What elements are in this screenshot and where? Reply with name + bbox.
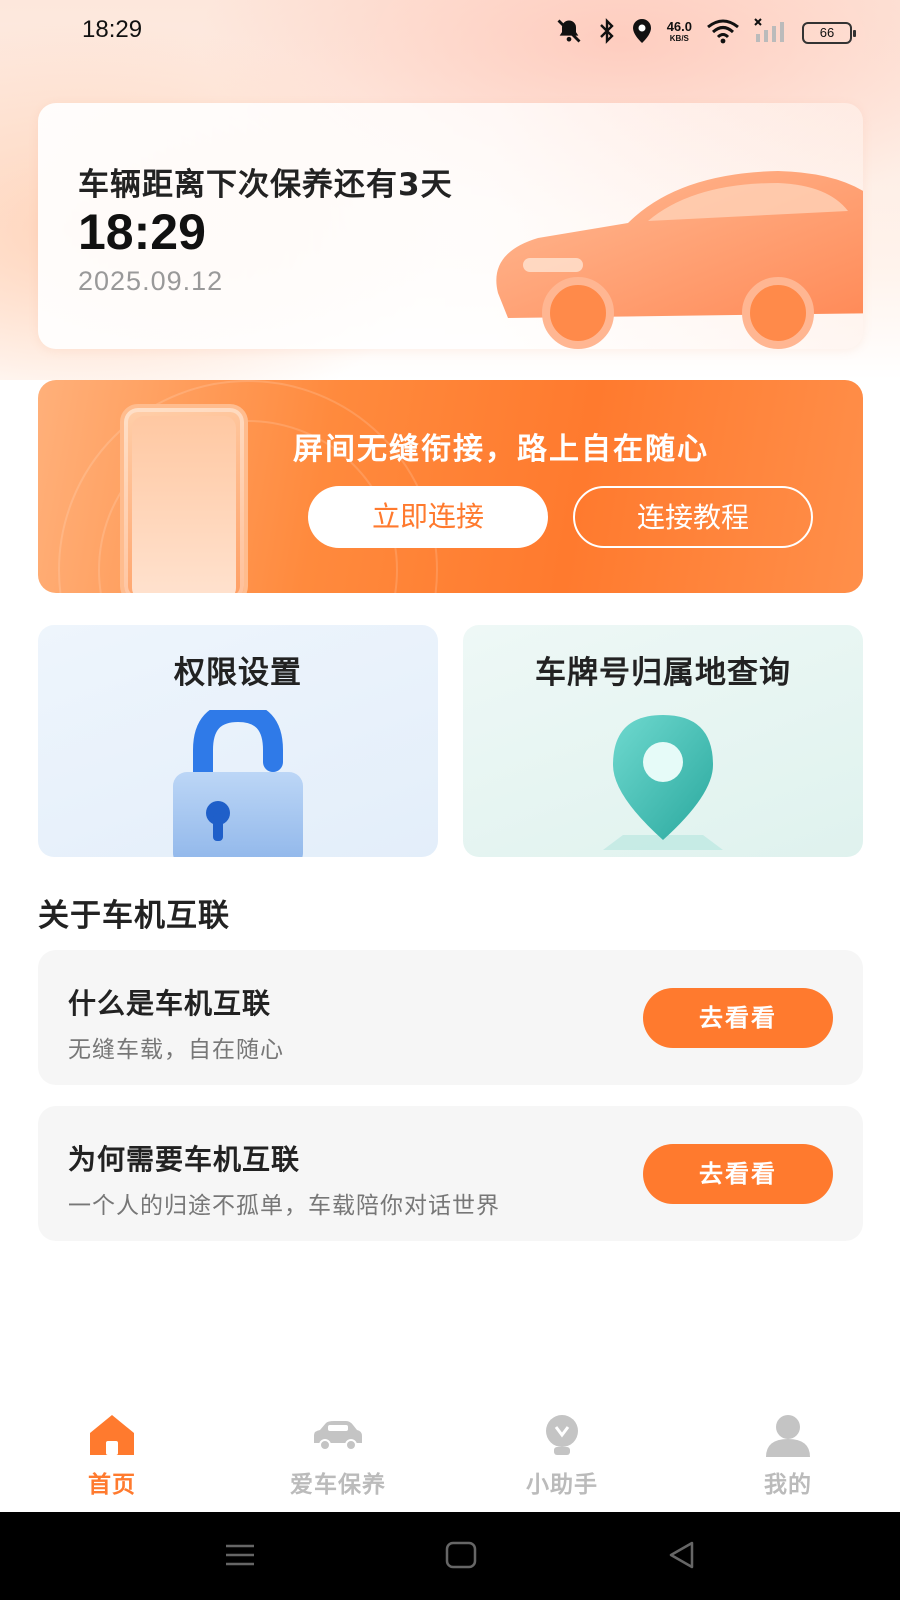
view-button[interactable]: 去看看: [643, 1144, 833, 1204]
menu-icon[interactable]: [222, 1540, 258, 1570]
nav-label-profile: 我的: [764, 1472, 812, 1498]
info-card-why[interactable]: 为何需要车机互联 一个人的归途不孤单，车载陪你对话世界 去看看: [38, 1106, 863, 1241]
view-button[interactable]: 去看看: [643, 988, 833, 1048]
phone-illustration: [120, 404, 248, 593]
signal-icon: [754, 18, 788, 48]
home-button-icon[interactable]: [444, 1540, 478, 1570]
net-speed: 46.0 KB/S: [666, 19, 692, 43]
maintenance-date: 2025.09.12: [78, 266, 224, 296]
location-pin-icon: [603, 715, 723, 850]
location-icon: [631, 18, 653, 48]
phone-screen: [132, 416, 236, 593]
maintenance-time: 18:29: [78, 204, 206, 260]
info-card-subtitle: 一个人的归途不孤单，车载陪你对话世界: [68, 1193, 500, 1219]
plate-lookup-card[interactable]: 车牌号归属地查询: [463, 625, 863, 857]
car-illustration: [496, 171, 863, 349]
about-section-title: 关于车机互联: [38, 898, 230, 934]
car-icon: [314, 1421, 362, 1451]
nav-label-home: 首页: [88, 1472, 136, 1498]
permission-settings-title: 权限设置: [174, 655, 302, 691]
wifi-icon: [706, 18, 740, 48]
maintenance-title: 车辆距离下次保养还有3天: [78, 167, 453, 203]
banner-title: 屏间无缝衔接，路上自在随心: [293, 432, 709, 467]
mute-icon: [555, 17, 583, 49]
nav-item-home[interactable]: 首页: [22, 1413, 202, 1499]
home-icon: [90, 1415, 134, 1455]
profile-icon: [766, 1415, 810, 1457]
nav-item-assistant[interactable]: 小助手: [472, 1413, 652, 1499]
nav-item-profile[interactable]: 我的: [698, 1413, 878, 1499]
nav-label-assistant: 小助手: [526, 1472, 598, 1498]
lock-icon: [173, 710, 303, 857]
connect-banner: 屏间无缝衔接，路上自在随心 立即连接 连接教程: [38, 380, 863, 593]
battery-icon: 66: [802, 22, 856, 44]
plate-lookup-title: 车牌号归属地查询: [535, 655, 791, 691]
connect-tutorial-button[interactable]: 连接教程: [573, 486, 813, 548]
nav-label-car-care: 爱车保养: [290, 1472, 386, 1498]
info-card-title: 什么是车机互联: [68, 987, 272, 1020]
connect-now-button[interactable]: 立即连接: [308, 486, 548, 548]
permission-settings-card[interactable]: 权限设置: [38, 625, 438, 857]
maintenance-card[interactable]: 车辆距离下次保养还有3天 18:29 2025.09.12: [38, 103, 863, 349]
status-time: 18:29: [82, 16, 143, 43]
bottom-nav: 首页 爱车保养 小助手 我的: [0, 1395, 900, 1512]
status-icons: 46.0 KB/S 66: [555, 17, 856, 49]
assistant-icon: [546, 1415, 578, 1455]
info-card-what[interactable]: 什么是车机互联 无缝车载，自在随心 去看看: [38, 950, 863, 1085]
back-icon[interactable]: [666, 1540, 698, 1570]
info-card-subtitle: 无缝车载，自在随心: [68, 1037, 284, 1063]
status-bar: 18:29 46.0 KB/S 66: [0, 0, 900, 64]
system-nav-bar: [0, 1512, 900, 1600]
info-card-title: 为何需要车机互联: [68, 1143, 301, 1176]
nav-item-car-care[interactable]: 爱车保养: [248, 1413, 428, 1499]
bluetooth-icon: [597, 18, 617, 48]
